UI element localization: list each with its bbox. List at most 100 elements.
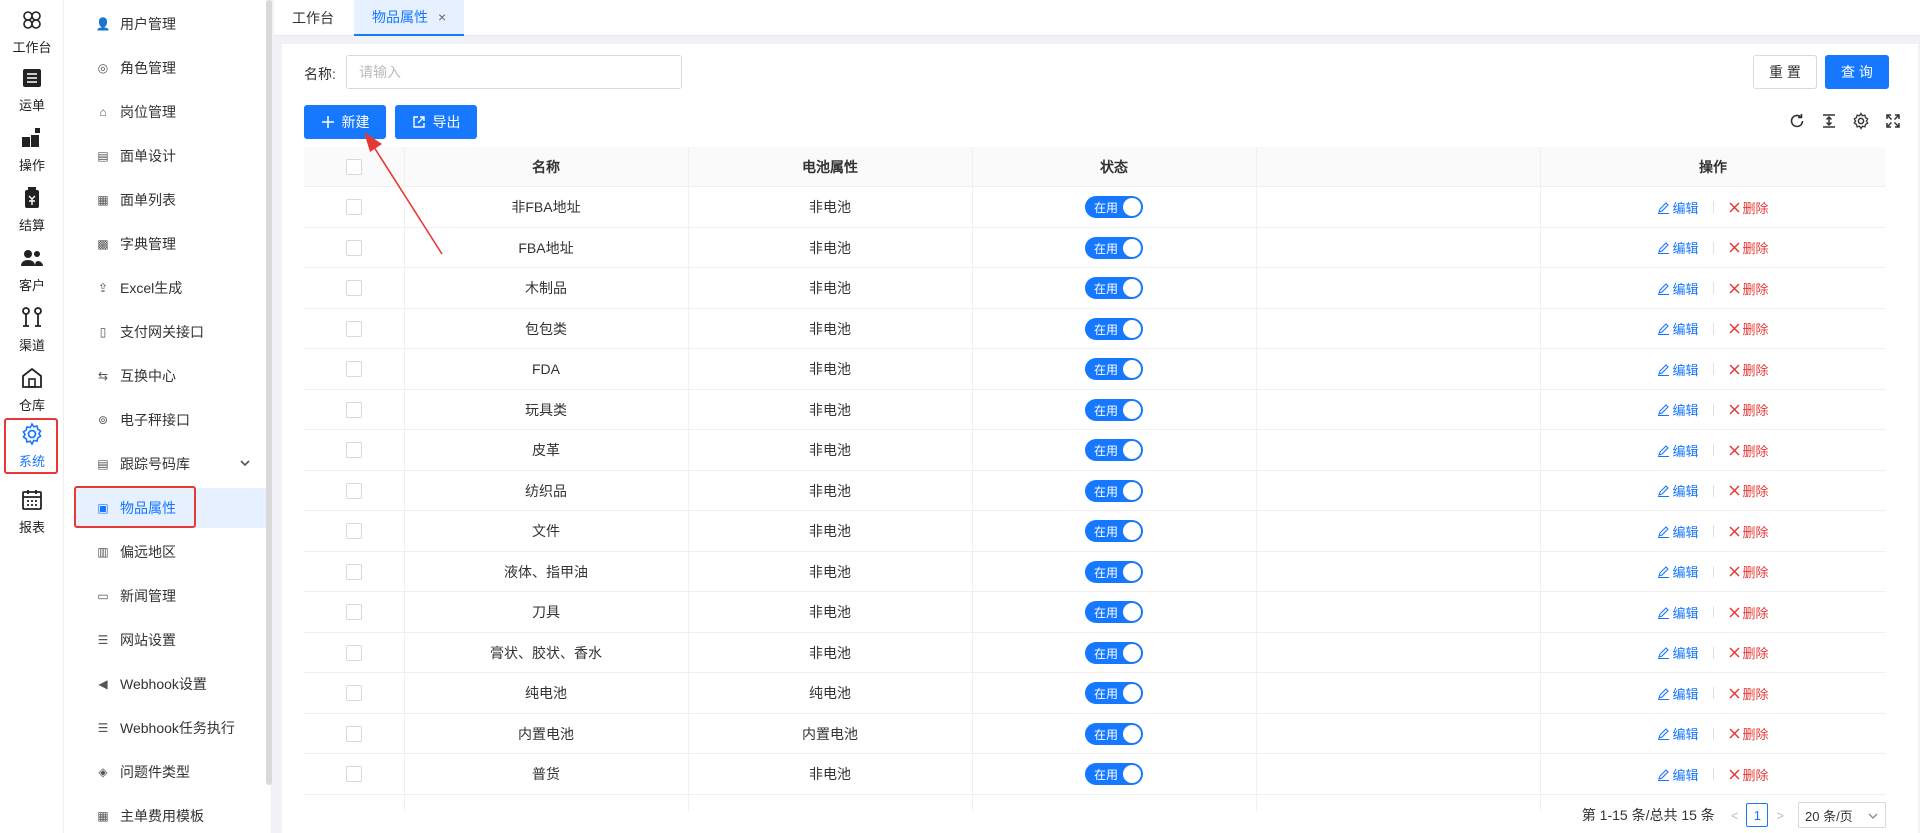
row-checkbox[interactable]: [346, 604, 362, 620]
edit-button[interactable]: 编辑: [1657, 319, 1699, 338]
fullscreen-icon[interactable]: [1884, 112, 1904, 132]
delete-button[interactable]: 删除: [1728, 400, 1769, 419]
status-toggle[interactable]: 在用: [1085, 560, 1143, 583]
rail-item-3[interactable]: 操作: [2, 122, 62, 178]
row-checkbox[interactable]: [346, 725, 362, 742]
status-toggle[interactable]: 在用: [1085, 317, 1143, 340]
row-checkbox[interactable]: [346, 644, 362, 661]
status-toggle[interactable]: 在用: [1085, 358, 1143, 380]
row-checkbox[interactable]: [346, 482, 362, 499]
query-button[interactable]: 查 询: [1825, 55, 1889, 89]
submenu-item-14[interactable]: ▭ 新闻管理: [76, 576, 266, 616]
row-checkbox[interactable]: [346, 239, 362, 256]
edit-button[interactable]: 编辑: [1657, 684, 1699, 703]
submenu-item-12[interactable]: ▣ 物品属性: [76, 488, 266, 528]
submenu-item-10[interactable]: ⊚ 电子秤接口: [76, 400, 266, 440]
col-battery[interactable]: 电池属性: [688, 147, 972, 187]
rail-item-8[interactable]: 系统: [2, 418, 62, 474]
refresh-icon[interactable]: [1788, 112, 1808, 132]
row-checkbox[interactable]: [346, 685, 362, 701]
submenu-item-13[interactable]: ▥ 偏远地区: [76, 532, 266, 572]
edit-button[interactable]: 编辑: [1657, 360, 1699, 379]
delete-button[interactable]: 删除: [1728, 360, 1769, 379]
edit-button[interactable]: 编辑: [1657, 724, 1699, 743]
edit-button[interactable]: 编辑: [1657, 603, 1699, 622]
page-size-select[interactable]: 20 条/页: [1798, 802, 1886, 828]
select-all-checkbox[interactable]: [346, 159, 362, 175]
status-toggle[interactable]: 在用: [1085, 601, 1143, 623]
delete-button[interactable]: 删除: [1728, 279, 1769, 298]
settings-icon[interactable]: [1852, 112, 1872, 132]
edit-button[interactable]: 编辑: [1657, 400, 1699, 419]
status-toggle[interactable]: 在用: [1085, 439, 1143, 461]
status-toggle[interactable]: 在用: [1085, 236, 1143, 259]
chevron-down-icon[interactable]: [238, 456, 252, 470]
delete-button[interactable]: 删除: [1728, 319, 1769, 338]
row-checkbox[interactable]: [346, 766, 362, 782]
name-search-input[interactable]: [346, 55, 682, 89]
submenu-item-16[interactable]: ◀ Webhook设置: [76, 664, 266, 704]
submenu-item-17[interactable]: ☰ Webhook任务执行: [76, 708, 266, 748]
row-checkbox[interactable]: [346, 563, 362, 580]
delete-button[interactable]: 删除: [1728, 481, 1769, 500]
page-number[interactable]: 1: [1746, 803, 1769, 827]
status-toggle[interactable]: 在用: [1085, 682, 1143, 704]
submenu-item-7[interactable]: ⇪ Excel生成: [76, 268, 266, 308]
row-checkbox[interactable]: [346, 280, 362, 296]
rail-item-7[interactable]: 仓库: [2, 362, 62, 418]
row-checkbox[interactable]: [346, 442, 362, 458]
submenu-item-11[interactable]: ▤ 跟踪号码库: [76, 444, 266, 484]
rail-item-5[interactable]: 客户: [2, 242, 62, 298]
row-checkbox[interactable]: [346, 199, 362, 215]
close-icon[interactable]: ×: [438, 9, 446, 25]
rail-item-1[interactable]: 工作台: [2, 4, 62, 60]
delete-button[interactable]: 删除: [1728, 765, 1769, 784]
delete-button[interactable]: 删除: [1728, 522, 1769, 541]
rail-item-2[interactable]: 运单: [2, 62, 62, 118]
status-toggle[interactable]: 在用: [1085, 641, 1143, 664]
status-toggle[interactable]: 在用: [1085, 520, 1143, 542]
rail-item-6[interactable]: 渠道: [2, 302, 62, 358]
submenu-item-15[interactable]: ☰ 网站设置: [76, 620, 266, 660]
submenu-item-4[interactable]: ▤ 面单设计: [76, 136, 266, 176]
submenu-item-3[interactable]: ⌂ 岗位管理: [76, 92, 266, 132]
submenu-item-19[interactable]: ▦ 主单费用模板: [76, 796, 266, 833]
delete-button[interactable]: 删除: [1728, 724, 1769, 743]
submenu-item-8[interactable]: ▯ 支付网关接口: [76, 312, 266, 352]
row-checkbox[interactable]: [346, 361, 362, 377]
row-checkbox[interactable]: [346, 523, 362, 539]
density-icon[interactable]: [1820, 112, 1840, 132]
prev-page-icon[interactable]: <: [1731, 808, 1739, 823]
status-toggle[interactable]: 在用: [1085, 479, 1143, 502]
edit-button[interactable]: 编辑: [1657, 238, 1699, 257]
edit-button[interactable]: 编辑: [1657, 562, 1699, 581]
status-toggle[interactable]: 在用: [1085, 277, 1143, 299]
submenu-item-1[interactable]: 👤 用户管理: [76, 4, 266, 44]
edit-button[interactable]: 编辑: [1657, 441, 1699, 460]
delete-button[interactable]: 删除: [1728, 562, 1769, 581]
submenu-scrollbar[interactable]: [266, 0, 272, 785]
row-checkbox[interactable]: [346, 320, 362, 337]
rail-item-4[interactable]: 结算: [2, 182, 62, 238]
edit-button[interactable]: 编辑: [1657, 198, 1699, 217]
tab-item-properties[interactable]: 物品属性 ×: [354, 0, 465, 36]
delete-button[interactable]: 删除: [1728, 198, 1769, 217]
submenu-item-18[interactable]: ◈ 问题件类型: [76, 752, 266, 792]
submenu-item-9[interactable]: ⇆ 互换中心: [76, 356, 266, 396]
status-toggle[interactable]: 在用: [1085, 196, 1143, 218]
row-checkbox[interactable]: [346, 401, 362, 418]
col-status[interactable]: 状态: [972, 147, 1256, 187]
delete-button[interactable]: 删除: [1728, 643, 1769, 662]
edit-button[interactable]: 编辑: [1657, 643, 1699, 662]
col-name[interactable]: 名称: [404, 147, 688, 187]
edit-button[interactable]: 编辑: [1657, 765, 1699, 784]
delete-button[interactable]: 删除: [1728, 684, 1769, 703]
next-page-icon[interactable]: >: [1776, 808, 1784, 823]
delete-button[interactable]: 删除: [1728, 603, 1769, 622]
reset-button[interactable]: 重 置: [1753, 55, 1817, 89]
status-toggle[interactable]: 在用: [1085, 722, 1143, 745]
export-button[interactable]: 导出: [395, 105, 477, 139]
edit-button[interactable]: 编辑: [1657, 522, 1699, 541]
rail-item-9[interactable]: 报表: [2, 484, 62, 540]
tab-workbench[interactable]: 工作台: [274, 0, 352, 36]
